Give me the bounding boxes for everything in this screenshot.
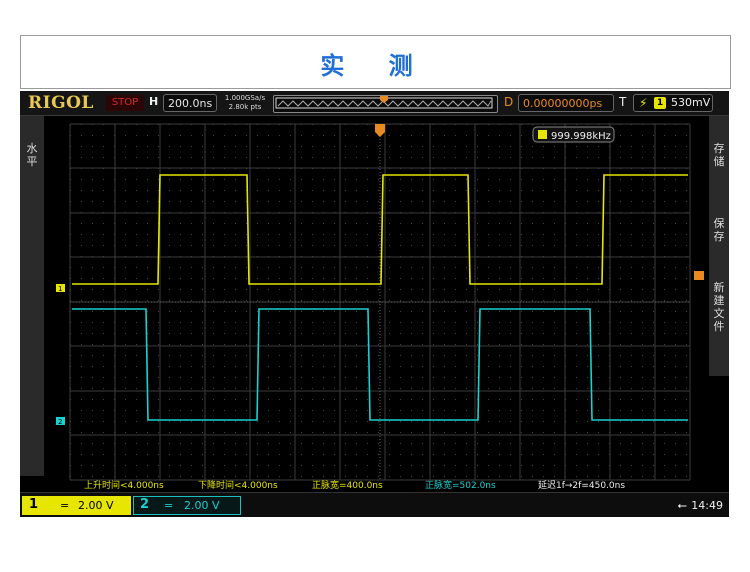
usb-icon: ⭠ xyxy=(677,498,687,512)
measurement-ch2-pulse-width: 正脉宽=502.0ns xyxy=(425,479,496,491)
frequency-value: 999.998kHz xyxy=(551,131,611,142)
ch2-scale: 2.00 V xyxy=(184,499,220,512)
trigger-level-icon xyxy=(694,271,704,280)
ch1-scale: 2.00 V xyxy=(78,499,114,512)
measurement-fall-time: 下降时间<4.000ns xyxy=(198,479,278,491)
ch2-settings[interactable]: 2 = 2.00 V xyxy=(133,496,241,515)
clock-time: 14:49 xyxy=(691,499,723,512)
ch1-number: 1 xyxy=(29,497,39,512)
bottom-channel-bar: 1 = 2.00 V 2 = 2.00 V ⭠ 14:49 xyxy=(20,492,729,517)
measurement-delay: 延迟1f→2f=450.0ns xyxy=(538,479,625,491)
ch2-marker-label: 2 xyxy=(58,418,62,426)
page-title-box: 实 测 xyxy=(20,35,731,89)
measurement-rise-time: 上升时间<4.000ns xyxy=(84,479,164,491)
page-title: 实 测 xyxy=(320,52,431,80)
measurement-ch1-pulse-width: 正脉宽=400.0ns xyxy=(312,479,383,491)
ch1-marker-label: 1 xyxy=(58,285,62,293)
frequency-source-icon xyxy=(538,130,547,139)
ch2-coupling-icon: = xyxy=(164,499,174,512)
waveform-display: 1 2 999.998kHz 上升时间<4.000ns 下降时间<4.000ns… xyxy=(56,123,704,491)
ch1-coupling-icon: = xyxy=(60,499,70,512)
ch2-number: 2 xyxy=(140,497,150,512)
oscilloscope-screen: RIGOL STOP H 200.0ns 1.000GSa/s 2.80k pt… xyxy=(20,91,729,517)
ch1-settings[interactable]: 1 = 2.00 V xyxy=(22,496,131,515)
